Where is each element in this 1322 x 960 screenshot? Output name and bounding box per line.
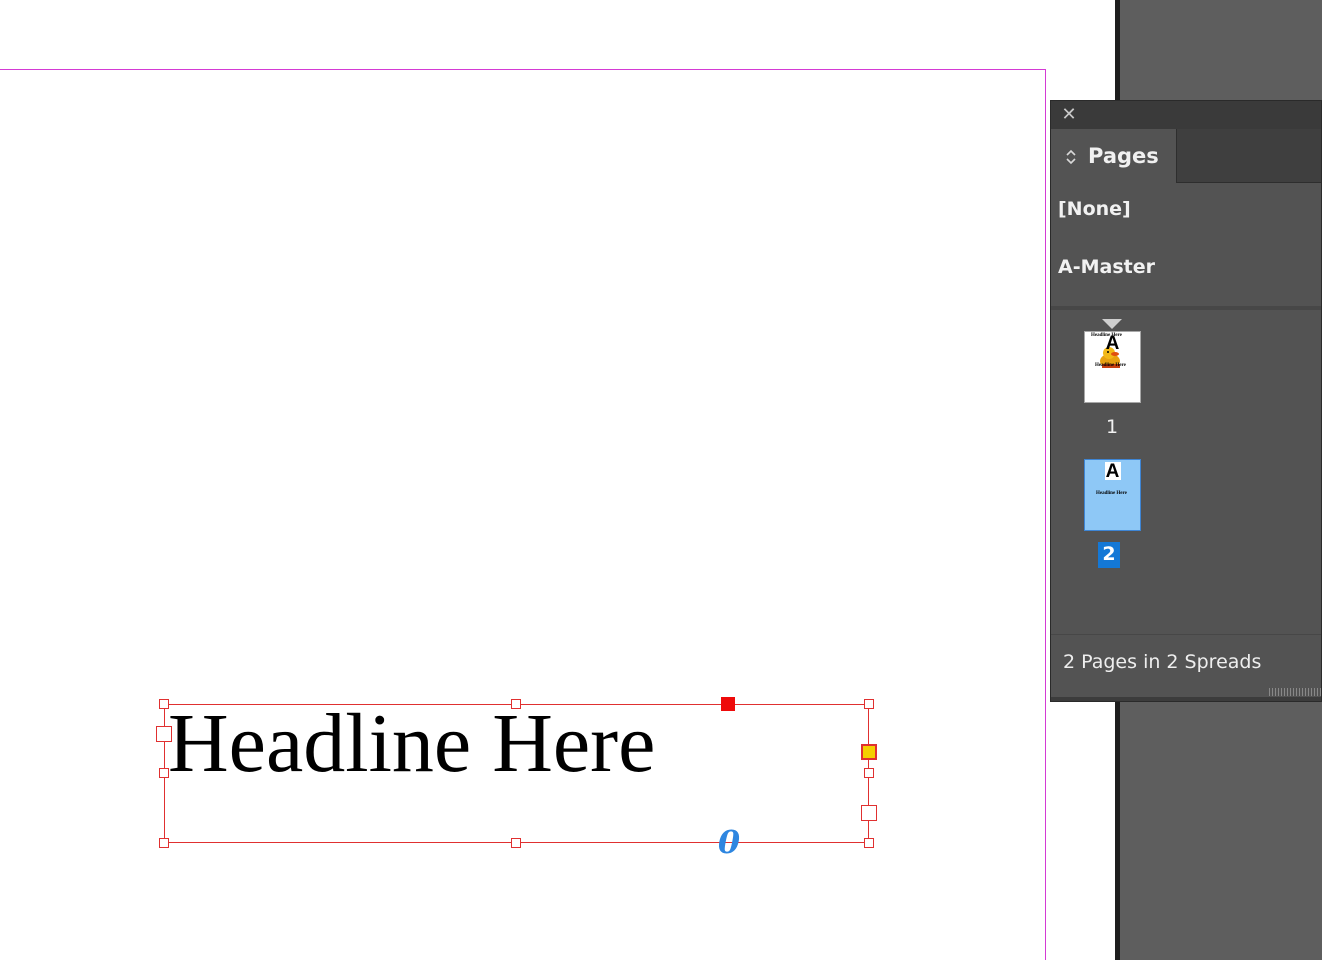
thumb-text: Headline Here <box>1096 491 1127 496</box>
frame-handle-bottom-right[interactable] <box>864 838 874 848</box>
frame-handle-bottom-middle[interactable] <box>511 838 521 848</box>
page-thumbnail-1[interactable]: Headline Here A Headline Here <box>1084 331 1141 403</box>
master-prefix: A <box>1105 333 1120 354</box>
in-port[interactable] <box>156 726 172 742</box>
frame-fitting-icon[interactable]: 0 <box>716 824 742 860</box>
status-divider <box>1051 634 1321 635</box>
frame-handle-top-middle[interactable] <box>511 699 521 709</box>
pages-panel: ✕ Pages [None] A-Master Headline Here A … <box>1050 100 1322 702</box>
frame-handle-bottom-left[interactable] <box>159 838 169 848</box>
page-right-edge <box>1045 69 1046 960</box>
page-number-1[interactable]: 1 <box>1102 415 1122 439</box>
content-grabber[interactable] <box>721 697 735 711</box>
close-icon[interactable]: ✕ <box>1059 104 1079 126</box>
page-number-2[interactable]: 2 <box>1098 542 1120 568</box>
master-a-master[interactable]: A-Master <box>1058 255 1155 279</box>
page-thumbnail-2[interactable]: A Headline Here <box>1084 459 1141 531</box>
tab-pages[interactable]: Pages <box>1051 129 1177 183</box>
frame-handle-top-right[interactable] <box>864 699 874 709</box>
frame-handle-lower-right[interactable] <box>861 805 877 821</box>
master-none[interactable]: [None] <box>1058 197 1131 221</box>
panel-bottom-edge <box>1051 697 1321 701</box>
thumb-text: Headline Here <box>1095 363 1126 368</box>
pane-divider[interactable] <box>1051 306 1321 310</box>
resize-grip-icon[interactable] <box>1269 688 1321 696</box>
pages-status: 2 Pages in 2 Spreads <box>1063 651 1262 673</box>
frame-handle-middle-left[interactable] <box>159 768 169 778</box>
out-port[interactable] <box>861 744 877 760</box>
page-top-edge <box>0 69 1046 70</box>
headline-text[interactable]: Headline Here <box>168 696 655 792</box>
tab-pages-label: Pages <box>1088 144 1159 168</box>
frame-handle-middle-right[interactable] <box>864 768 874 778</box>
master-prefix: A <box>1105 461 1120 482</box>
frame-handle-top-left[interactable] <box>159 699 169 709</box>
panel-tabbar: Pages <box>1051 129 1321 183</box>
spread-indicator-icon <box>1102 319 1122 329</box>
collapse-arrows-icon[interactable] <box>1063 147 1079 167</box>
panel-titlebar[interactable]: ✕ <box>1051 101 1321 129</box>
